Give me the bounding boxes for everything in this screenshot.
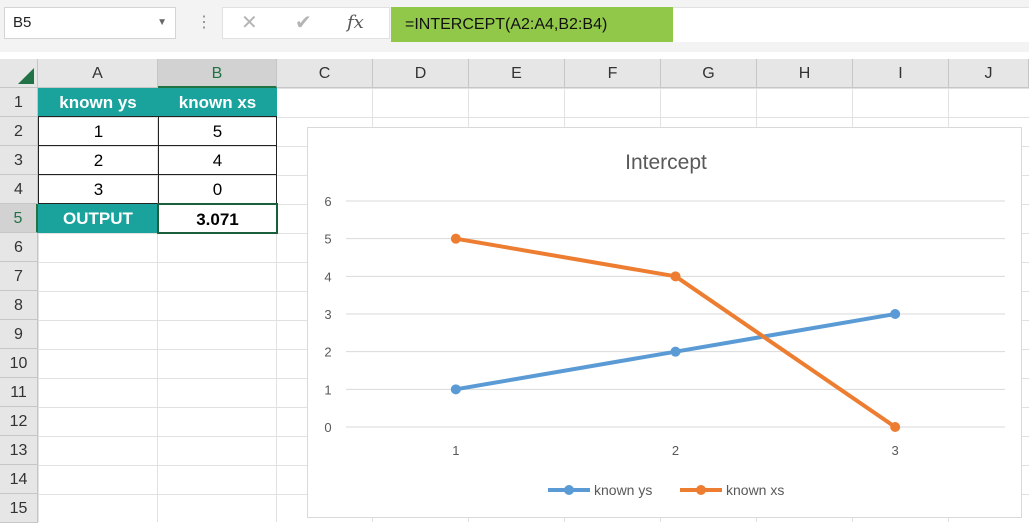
y-tick-label: 3: [324, 307, 331, 322]
line-chart[interactable]: Intercept 0 1 2 3 4 5 6 1 2 3 known ys known xs: [307, 127, 1022, 518]
cell-a2[interactable]: 1: [38, 116, 159, 146]
formula-input-area[interactable]: [673, 7, 1029, 42]
cell-a1[interactable]: known ys: [38, 88, 158, 117]
formula-input[interactable]: =INTERCEPT(A2:A4,B2:B4): [391, 7, 673, 42]
row-header-7[interactable]: 7: [0, 262, 38, 291]
row-header-5[interactable]: 5: [0, 204, 38, 233]
data-point: [670, 271, 681, 282]
y-tick-label: 4: [324, 269, 331, 284]
legend-label: known xs: [726, 482, 784, 498]
data-point: [670, 346, 681, 357]
y-tick-label: 2: [324, 345, 331, 360]
row-header-14[interactable]: 14: [0, 465, 38, 494]
cancel-icon[interactable]: ✕: [241, 10, 258, 35]
column-header-d[interactable]: D: [373, 59, 469, 88]
formula-bar: B5 ▼ ⋮ ✕ ✔ fx =INTERCEPT(A2:A4,B2:B4): [0, 0, 1029, 52]
x-tick-label: 2: [672, 443, 679, 458]
cell-b1[interactable]: known xs: [158, 88, 277, 117]
column-header-i[interactable]: I: [853, 59, 949, 88]
chart-canvas: Intercept 0 1 2 3 4 5 6 1 2 3 known ys known xs: [324, 151, 1005, 498]
cell-a5[interactable]: OUTPUT: [38, 204, 158, 233]
column-header-g[interactable]: G: [661, 59, 757, 88]
data-point: [450, 384, 461, 395]
row-header-10[interactable]: 10: [0, 349, 38, 378]
formula-buttons: ✕ ✔ fx: [222, 7, 390, 39]
legend-swatch-marker: [696, 485, 706, 495]
row-header-13[interactable]: 13: [0, 436, 38, 465]
row-header-2[interactable]: 2: [0, 117, 38, 146]
row-header-12[interactable]: 12: [0, 407, 38, 436]
row-header-9[interactable]: 9: [0, 320, 38, 349]
cell-b4[interactable]: 0: [158, 174, 277, 204]
name-box[interactable]: B5 ▼: [4, 7, 176, 39]
insert-function-icon[interactable]: fx: [347, 12, 364, 33]
column-header-f[interactable]: F: [565, 59, 661, 88]
cell-b3[interactable]: 4: [158, 145, 277, 175]
y-tick-label: 1: [324, 382, 331, 397]
x-tick-label: 3: [892, 443, 899, 458]
column-header-c[interactable]: C: [277, 59, 373, 88]
cell-a3[interactable]: 2: [38, 145, 159, 175]
row-header-11[interactable]: 11: [0, 378, 38, 407]
select-all-button[interactable]: [0, 59, 38, 88]
data-point: [890, 422, 901, 432]
checkmark-icon[interactable]: ✔: [295, 10, 312, 35]
column-header-h[interactable]: H: [757, 59, 853, 88]
row-header-6[interactable]: 6: [0, 233, 38, 262]
row-header-3[interactable]: 3: [0, 146, 38, 175]
legend-swatch-marker: [564, 485, 574, 495]
column-header-a[interactable]: A: [38, 59, 158, 88]
cell-b2[interactable]: 5: [158, 116, 277, 146]
y-tick-label: 5: [324, 232, 331, 247]
data-point: [450, 233, 461, 244]
row-header-15[interactable]: 15: [0, 494, 38, 523]
cell-b5-selected[interactable]: 3.071: [157, 203, 278, 234]
column-header-j[interactable]: J: [949, 59, 1029, 88]
cell-a4[interactable]: 3: [38, 174, 159, 204]
chevron-down-icon[interactable]: ▼: [157, 8, 167, 38]
select-all-icon: [18, 68, 34, 84]
chart-title: Intercept: [625, 151, 707, 174]
name-box-value: B5: [13, 14, 32, 31]
x-tick-label: 1: [452, 443, 459, 458]
column-header-b[interactable]: B: [158, 59, 277, 88]
row-header-8[interactable]: 8: [0, 291, 38, 320]
drag-handle-icon[interactable]: ⋮: [196, 12, 213, 32]
row-header-1[interactable]: 1: [0, 88, 38, 117]
y-tick-label: 0: [324, 420, 331, 435]
column-header-e[interactable]: E: [469, 59, 565, 88]
series-line-1: [453, 236, 898, 429]
data-point: [890, 309, 901, 319]
legend-label: known ys: [594, 482, 652, 498]
y-tick-label: 6: [324, 194, 331, 209]
row-header-4[interactable]: 4: [0, 175, 38, 204]
